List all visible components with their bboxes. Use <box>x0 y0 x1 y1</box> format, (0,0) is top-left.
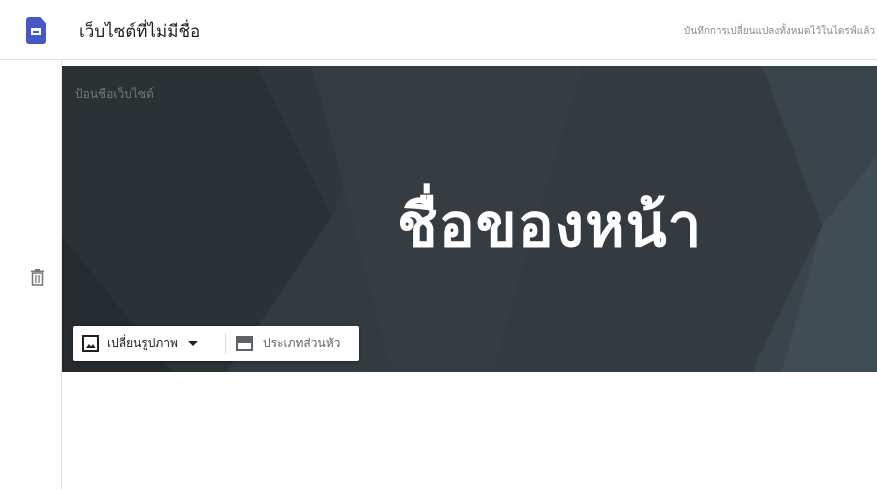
header-type-label: ประเภทส่วนหัว <box>263 336 341 350</box>
left-rail <box>0 60 62 489</box>
site-name-input[interactable] <box>75 87 295 101</box>
header-toolbar: เปลี่ยนรูปภาพ ประเภทส่วนหัว <box>73 326 359 361</box>
chevron-down-icon <box>187 341 198 346</box>
page-header-section[interactable]: ชื่อของหน้า เปลี่ยนรูปภาพ ประเภทส่วนหัว <box>62 66 877 372</box>
toolbar-divider <box>225 333 226 354</box>
google-sites-icon[interactable] <box>26 17 46 44</box>
logo-inner-shape <box>31 28 41 35</box>
site-title[interactable]: เว็บไซต์ที่ไม่มีชื่อ <box>79 18 200 45</box>
page-title[interactable]: ชื่อของหน้า <box>397 181 702 271</box>
change-image-button[interactable]: เปลี่ยนรูปภาพ <box>73 326 223 361</box>
top-bar: เว็บไซต์ที่ไม่มีชื่อ บันทึกการเปลี่ยนแปล… <box>0 0 877 60</box>
header-type-button[interactable]: ประเภทส่วนหัว <box>227 326 359 361</box>
image-icon <box>82 335 99 352</box>
page-content-area[interactable] <box>62 372 877 489</box>
save-status-text: บันทึกการเปลี่ยนแปลงทั้งหมดไว้ในไดรฟ์แล้… <box>684 26 875 37</box>
header-layout-icon <box>236 336 253 351</box>
trash-icon[interactable] <box>31 269 44 286</box>
change-image-label: เปลี่ยนรูปภาพ <box>107 336 178 350</box>
